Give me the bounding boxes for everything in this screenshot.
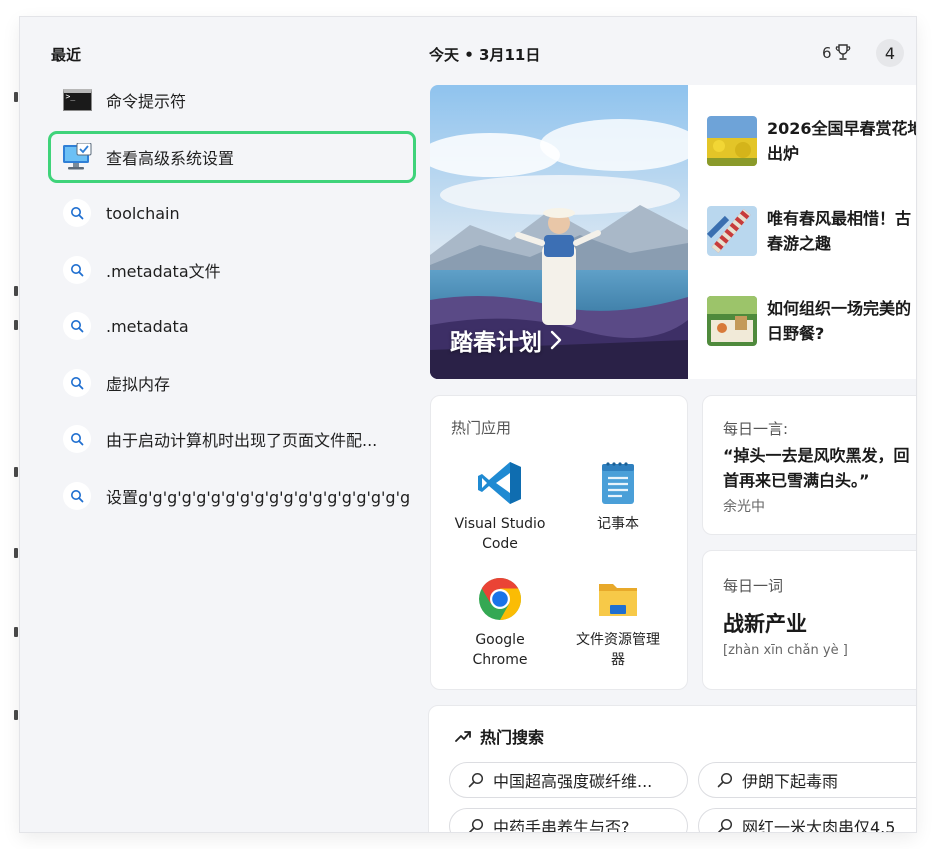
recent-item-search[interactable]: .metadata [51, 303, 413, 349]
app-file-explorer[interactable]: 文件资源管理器 [558, 576, 678, 670]
search-icon [717, 772, 733, 788]
trending-item[interactable]: 网红一米大肉串仅4.5 [698, 808, 916, 832]
trending-title: 热门搜索 [480, 728, 545, 747]
app-vscode[interactable]: Visual Studio Code [440, 460, 560, 554]
trending-label: 中国超高强度碳纤维... [493, 772, 653, 791]
app-name: Visual Studio Code [454, 516, 546, 552]
news-thumbnail [707, 206, 757, 256]
trending-up-icon [455, 731, 471, 742]
search-icon [717, 818, 733, 832]
search-icon [63, 425, 91, 453]
search-icon [63, 312, 91, 340]
search-icon [63, 481, 91, 510]
app-name: 文件资源管理器 [576, 632, 660, 668]
search-icon [468, 772, 484, 788]
recent-item-label: toolchain [106, 203, 180, 223]
daily-quote-card[interactable]: 每日一言: “掉头一去是风吹黑发，回 首再来已雪满白头。” 余光中 [702, 395, 916, 535]
news-item[interactable]: 2026全国早春赏花地 出炉 [707, 116, 916, 166]
app-name: Google Chrome [472, 632, 528, 668]
recent-item-label: .metadata [106, 316, 189, 336]
hero-card[interactable]: 踏春计划 [430, 85, 688, 379]
daily-word-pinyin: [zhàn xīn chǎn yè ] [723, 643, 848, 658]
news-title: 2026全国早春赏花地 出炉 [767, 119, 916, 163]
search-icon [63, 199, 91, 227]
news-title: 如何组织一场完美的 日野餐? [767, 299, 912, 343]
rewards-badge[interactable]: 6 [822, 44, 851, 62]
daily-quote-title: 每日一言: [723, 420, 789, 438]
recent-item-advanced-system-settings[interactable]: 查看高级系统设置 [48, 130, 416, 183]
search-icon [468, 818, 484, 832]
news-list: 2026全国早春赏花地 出炉 唯有春风最相惜！古 春游之趣 如何组织一场完美的 日野餐… [688, 85, 916, 379]
trending-item[interactable]: 中国超高强度碳纤维... [449, 762, 688, 798]
news-thumbnail [707, 296, 757, 346]
vscode-icon [478, 462, 521, 504]
rewards-count: 6 [822, 44, 832, 62]
app-notepad[interactable]: 记事本 [558, 460, 678, 534]
recent-item-label: 设置g'g'g'g'g'g'g'g'g'g'g'g'g'g'g'g'g'g'g [106, 487, 411, 507]
daily-word-title: 每日一词 [723, 577, 784, 595]
popular-apps-title: 热门应用 [451, 419, 512, 437]
recent-item-label: 由于启动计算机时出现了页面文件配... [106, 431, 378, 450]
trending-label: 网红一米大肉串仅4.5 [742, 818, 896, 832]
trending-item[interactable]: 伊朗下起毒雨 [698, 762, 916, 798]
app-name: 记事本 [597, 516, 639, 532]
avatar[interactable]: 4 [876, 39, 904, 67]
recent-item-search[interactable]: .metadata文件 [51, 247, 413, 293]
news-item[interactable]: 如何组织一场完美的 日野餐? [707, 296, 916, 346]
daily-word: 战新产业 [723, 612, 807, 636]
command-prompt-icon [61, 84, 93, 116]
news-thumbnail [707, 116, 757, 166]
file-explorer-icon [599, 584, 637, 616]
recent-item-search[interactable]: 由于启动计算机时出现了页面文件配... [51, 416, 413, 462]
daily-word-card[interactable]: 每日一词 战新产业 [zhàn xīn chǎn yè ] [702, 550, 916, 690]
chevron-right-icon [550, 330, 562, 350]
daily-quote-text: “掉头一去是风吹黑发，回 首再来已雪满白头。” [723, 446, 910, 490]
chrome-icon [479, 578, 522, 620]
notepad-icon [602, 462, 634, 504]
trending-label: 伊朗下起毒雨 [742, 772, 839, 791]
recent-item-search[interactable]: toolchain [51, 190, 413, 236]
trending-searches-card: 热门搜索 中国超高强度碳纤维... 伊朗下起毒雨 中药手串养生与否? 网红一米大… [428, 705, 916, 832]
recent-title: 最近 [51, 46, 82, 64]
news-item[interactable]: 唯有春风最相惜！古 春游之趣 [707, 206, 916, 256]
recent-item-label: 虚拟内存 [106, 374, 171, 394]
app-chrome[interactable]: Google Chrome [440, 576, 560, 670]
recent-item-label: 查看高级系统设置 [106, 148, 235, 168]
trending-label: 中药手串养生与否? [493, 818, 630, 832]
recent-item-search[interactable]: 虚拟内存 [51, 360, 413, 406]
system-settings-icon [61, 141, 93, 173]
search-icon [63, 255, 91, 284]
daily-quote-author: 余光中 [723, 499, 765, 515]
trending-item[interactable]: 中药手串养生与否? [449, 808, 688, 832]
recent-item-command-prompt[interactable]: 命令提示符 [51, 77, 413, 123]
trophy-icon [835, 44, 850, 60]
date-heading: 今天 • 3月11日 [429, 46, 541, 64]
recent-item-label: .metadata文件 [106, 261, 221, 281]
hero-title: 踏春计划 [450, 323, 562, 357]
trending-header: 热门搜索 [455, 724, 544, 748]
recent-item-search[interactable]: 设置g'g'g'g'g'g'g'g'g'g'g'g'g'g'g'g'g'g'g [51, 473, 413, 519]
recent-list: 命令提示符 查看高级系统设置 toolchain [48, 77, 416, 529]
search-icon [63, 368, 91, 397]
recent-item-label: 命令提示符 [106, 92, 187, 111]
popular-apps-card: 热门应用 Visual Studio Code 记事本 Google Chrom… [430, 395, 688, 690]
news-title: 唯有春风最相惜！古 春游之趣 [767, 209, 912, 253]
search-panel: 最近 命令提示符 查看高级系统设置 toolchai [20, 17, 916, 832]
hero-title-text: 踏春计划 [450, 330, 542, 356]
desktop-edge [0, 0, 20, 849]
